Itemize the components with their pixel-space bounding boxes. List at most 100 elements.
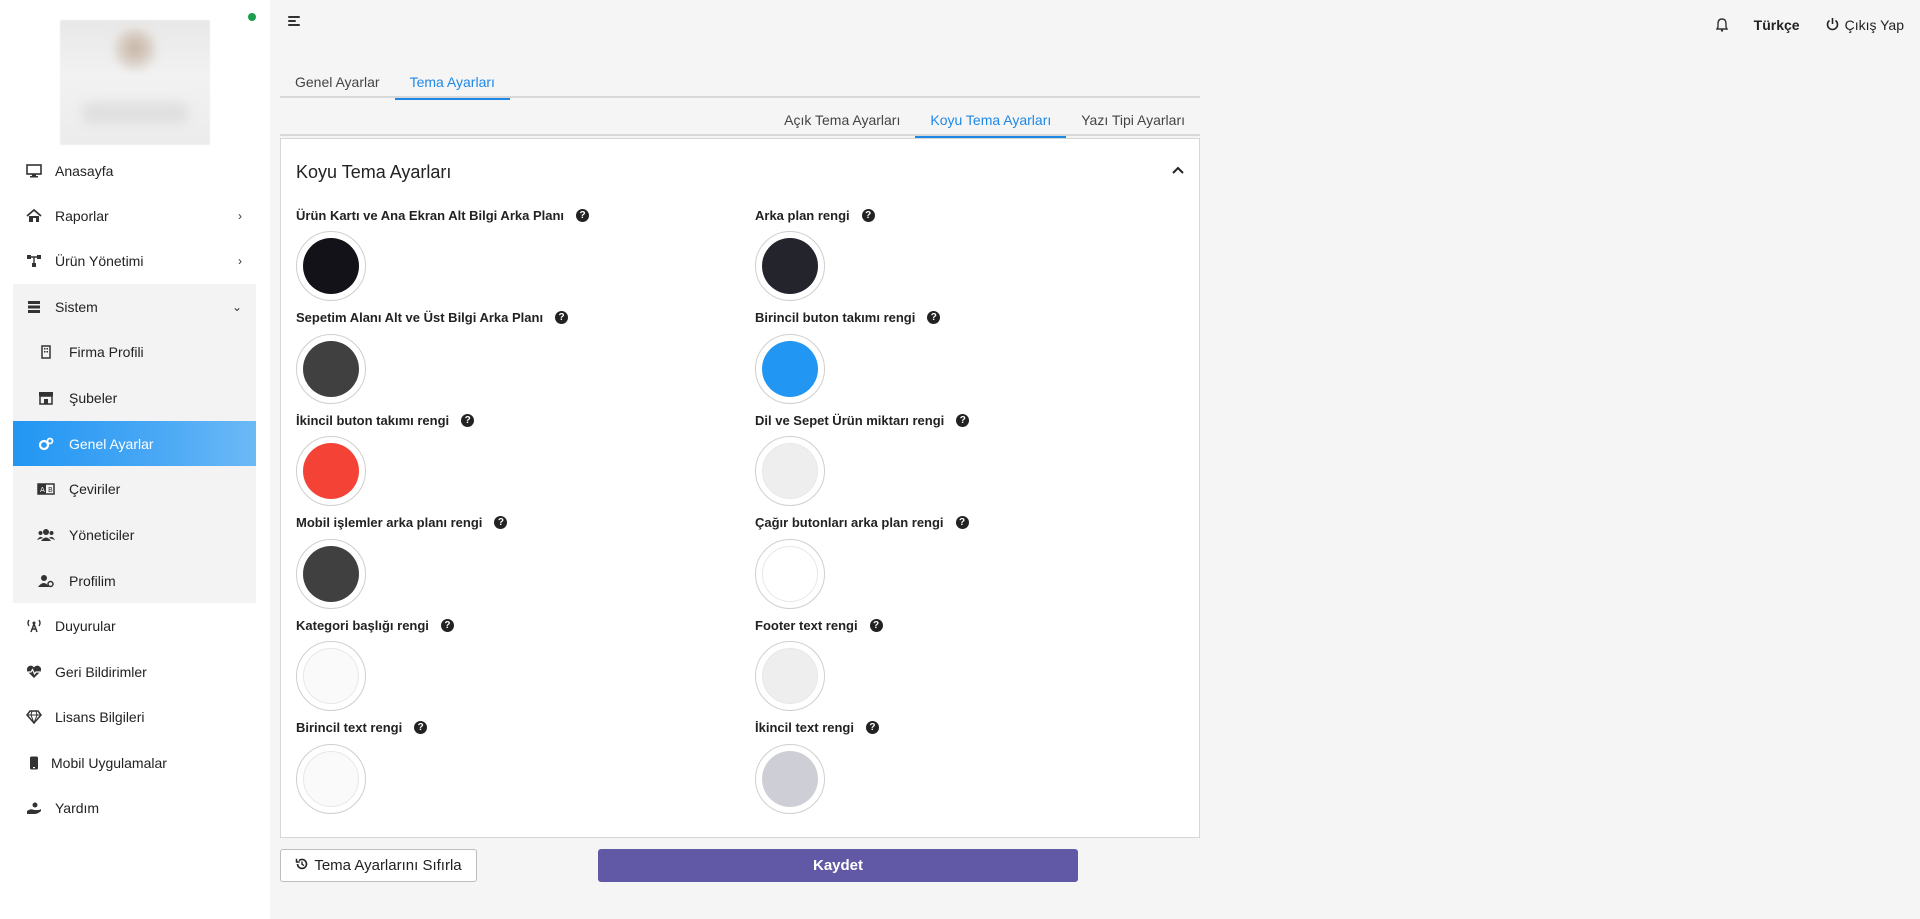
logout-label: Çıkış Yap — [1844, 17, 1904, 33]
color-field-label-text: İkincil buton takımı rengi — [296, 412, 450, 428]
help-icon[interactable]: ? — [869, 618, 883, 632]
color-swatch — [303, 340, 359, 397]
color-field-label: İkincil text rengi? — [755, 720, 1195, 736]
help-icon[interactable]: ? — [461, 413, 475, 427]
color-field-label-text: Birincil buton takımı rengi — [755, 310, 916, 325]
color-swatch — [762, 750, 818, 807]
sidebar-item-sistem[interactable]: Sistem ⌄ — [13, 284, 256, 329]
color-field-label: Footer text rengi? — [755, 617, 1195, 633]
chevron-down-icon: ⌄ — [231, 299, 242, 314]
color-swatch-picker[interactable] — [755, 641, 825, 711]
sidebar-item-anasayfa[interactable]: Anasayfa — [13, 148, 256, 193]
chevron-up-icon[interactable] — [1171, 163, 1185, 177]
color-field-label-text: Dil ve Sepet Ürün miktarı rengi — [755, 412, 945, 428]
avatar[interactable] — [60, 20, 210, 145]
color-swatch-picker[interactable] — [296, 538, 366, 609]
sidebar-item-label: Yardım — [55, 799, 100, 816]
sidebar-item-yardim[interactable]: Yardım — [13, 785, 256, 830]
sidebar-item-subeler[interactable]: Şubeler — [13, 375, 256, 420]
reset-theme-button[interactable]: Tema Ayarlarını Sıfırla — [280, 849, 477, 882]
color-field: Birincil text rengi? — [296, 720, 736, 814]
color-swatch-picker[interactable] — [755, 538, 825, 609]
menu-toggle-icon[interactable] — [288, 16, 302, 30]
color-swatch-picker[interactable] — [755, 231, 825, 301]
color-swatch — [303, 545, 359, 602]
sidebar-item-firma-profili[interactable]: Firma Profili — [13, 329, 256, 374]
color-field-label-text: Arka plan rengi — [755, 207, 850, 223]
heart-pulse-icon — [25, 663, 43, 681]
sitemap-icon — [25, 252, 43, 270]
tab-genel-ayarlar[interactable]: Genel Ayarlar — [280, 66, 395, 98]
color-swatch-picker[interactable] — [755, 436, 825, 506]
sidebar-item-duyurular[interactable]: Duyurular — [13, 603, 256, 648]
sidebar-item-label: Geri Bildirimler — [55, 663, 147, 680]
help-icon[interactable]: ? — [494, 516, 508, 529]
help-icon[interactable]: ? — [414, 721, 428, 734]
color-field: Ürün Kartı ve Ana Ekran Alt Bilgi Arka P… — [296, 207, 736, 301]
sidebar-item-profilim[interactable]: Profilim — [13, 558, 256, 603]
history-icon — [295, 857, 309, 874]
sidebar-item-urun-yonetimi[interactable]: Ürün Yönetimi › — [13, 238, 256, 283]
color-field: Arka plan rengi? — [755, 207, 1195, 301]
color-field-label-text: Ürün Kartı ve Ana Ekran Alt Bilgi Arka P… — [296, 207, 565, 223]
sidebar-item-label: Raporlar — [55, 207, 109, 224]
color-swatch-picker[interactable] — [296, 436, 366, 506]
sidebar-item-yoneticiler[interactable]: Yöneticiler — [13, 512, 256, 557]
color-field-label: Çağır butonları arka plan rengi? — [755, 515, 1195, 531]
color-swatch-picker[interactable] — [296, 641, 366, 711]
help-icon[interactable]: ? — [865, 721, 879, 734]
color-swatch-picker[interactable] — [755, 743, 825, 814]
color-field-label-text: İkincil text rengi — [755, 720, 854, 735]
theme-sub-tabs: Açık Tema Ayarları Koyu Tema Ayarları Ya… — [280, 104, 1200, 138]
sidebar-item-ceviriler[interactable]: AB Çeviriler — [13, 466, 256, 511]
color-swatch — [303, 238, 359, 294]
color-swatch-picker[interactable] — [755, 333, 825, 404]
color-field-label-text: Birincil text rengi — [296, 720, 403, 735]
help-icon[interactable]: ? — [440, 618, 454, 632]
color-field-label-text: Kategori başlığı rengi — [296, 617, 429, 633]
report-icon — [25, 207, 43, 225]
color-field-label: Kategori başlığı rengi? — [296, 617, 736, 633]
help-icon[interactable]: ? — [955, 516, 969, 529]
sidebar-item-label: Duyurular — [55, 617, 116, 634]
color-field-label-text: Mobil işlemler arka planı rengi — [296, 515, 483, 530]
help-icon[interactable]: ? — [555, 311, 569, 324]
color-swatch-picker[interactable] — [296, 743, 366, 814]
sidebar-item-raporlar[interactable]: Raporlar › — [13, 193, 256, 238]
color-field-label: Birincil buton takımı rengi? — [755, 310, 1195, 326]
help-icon[interactable]: ? — [927, 311, 941, 324]
help-icon[interactable]: ? — [861, 208, 875, 222]
help-icon[interactable]: ? — [956, 413, 970, 427]
color-swatch — [762, 340, 818, 397]
dark-theme-card: Koyu Tema Ayarları Ürün Kartı ve Ana Ekr… — [280, 138, 1200, 838]
sidebar-item-lisans-bilgileri[interactable]: Lisans Bilgileri — [13, 694, 256, 739]
color-field: Kategori başlığı rengi? — [296, 617, 736, 711]
tab-tema-ayarlari[interactable]: Tema Ayarları — [394, 66, 511, 100]
save-button[interactable]: Kaydet — [598, 849, 1078, 882]
color-field-label: Birincil text rengi? — [296, 720, 736, 736]
sidebar-item-label: Lisans Bilgileri — [55, 708, 145, 725]
color-field: İkincil buton takımı rengi? — [296, 412, 736, 506]
sidebar-item-label: Şubeler — [69, 389, 118, 406]
sidebar-item-geri-bildirimler[interactable]: Geri Bildirimler — [13, 649, 256, 694]
tab-acik-tema[interactable]: Açık Tema Ayarları — [769, 104, 915, 136]
translate-icon: AB — [37, 480, 55, 498]
tab-yazi-tipi[interactable]: Yazı Tipi Ayarları — [1066, 104, 1200, 136]
color-field: İkincil text rengi? — [755, 720, 1195, 814]
online-status-dot — [248, 13, 256, 21]
sidebar-item-mobil-uygulamalar[interactable]: Mobil Uygulamalar — [13, 740, 256, 785]
bell-icon[interactable] — [1715, 18, 1730, 32]
sidebar-item-label: Sistem — [55, 298, 98, 315]
language-selector[interactable]: Türkçe — [1754, 17, 1800, 33]
sidebar-item-label: Çeviriler — [69, 480, 121, 497]
tab-koyu-tema[interactable]: Koyu Tema Ayarları — [915, 104, 1067, 138]
logout-button[interactable]: Çıkış Yap — [1826, 17, 1904, 34]
color-swatch-picker[interactable] — [296, 333, 366, 404]
sidebar-item-label: Yöneticiler — [69, 526, 135, 543]
help-icon[interactable]: ? — [576, 208, 590, 222]
sidebar-item-genel-ayarlar[interactable]: Genel Ayarlar — [13, 421, 256, 466]
color-swatch-picker[interactable] — [296, 231, 366, 301]
color-field: Çağır butonları arka plan rengi? — [755, 515, 1195, 609]
color-swatch — [303, 443, 359, 499]
broadcast-icon — [25, 617, 43, 635]
